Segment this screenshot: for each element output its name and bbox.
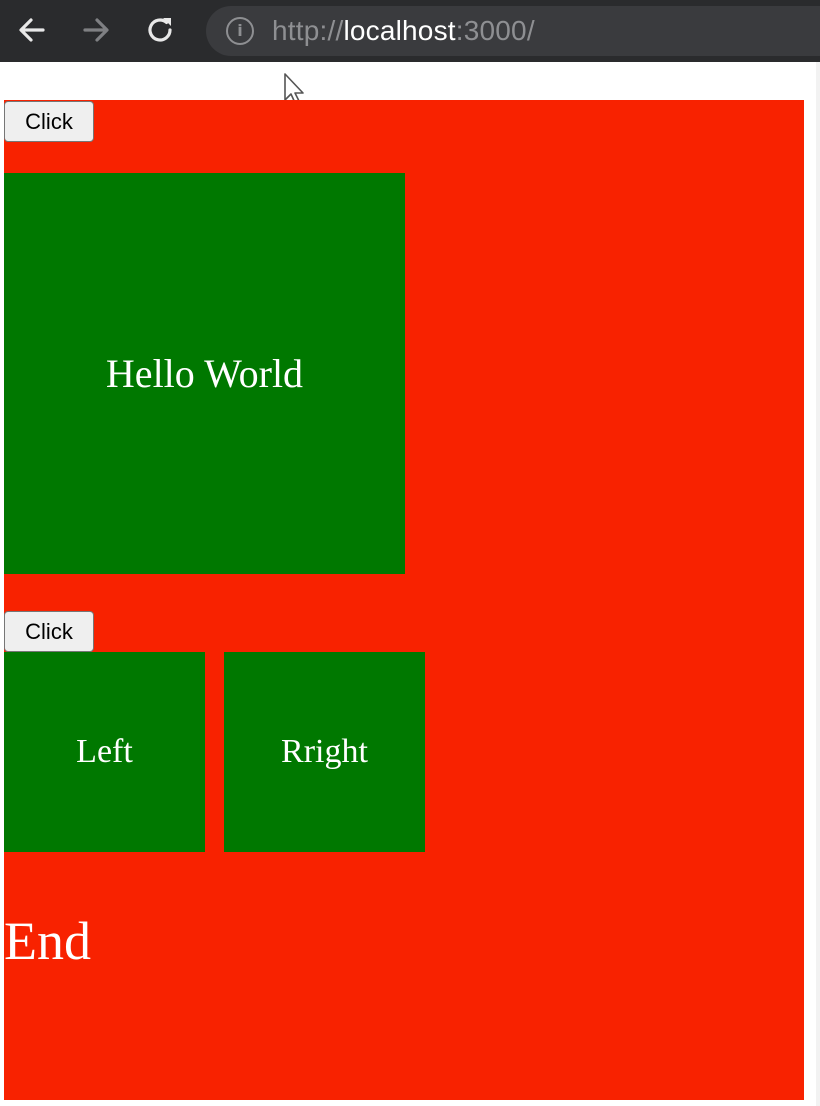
browser-toolbar: i http://localhost:3000/ <box>0 0 820 62</box>
arrow-right-icon <box>83 18 109 42</box>
hello-world-box: Hello World <box>4 173 405 574</box>
page-container: Click Hello World Click Left Rright End <box>4 100 804 1100</box>
end-text: End <box>4 911 91 971</box>
page-edge <box>816 62 820 1106</box>
url-port-path: :3000/ <box>455 15 535 46</box>
url-scheme: http:// <box>272 15 344 46</box>
click-button-top[interactable]: Click <box>4 101 94 142</box>
info-icon[interactable]: i <box>226 17 254 45</box>
forward-button[interactable] <box>79 13 113 47</box>
click-button-bottom[interactable]: Click <box>4 611 94 652</box>
back-button[interactable] <box>15 13 49 47</box>
url-host: localhost <box>343 15 456 46</box>
hello-world-text: Hello World <box>105 351 304 396</box>
left-box: Left <box>4 652 205 852</box>
url-text: http://localhost:3000/ <box>272 15 535 47</box>
reload-icon <box>148 18 172 42</box>
left-box-text: Left <box>76 733 133 770</box>
reload-button[interactable] <box>143 13 177 47</box>
address-bar[interactable]: i http://localhost:3000/ <box>206 6 820 56</box>
right-box: Rright <box>224 652 425 852</box>
arrow-left-icon <box>19 18 45 42</box>
right-box-text: Rright <box>281 733 368 770</box>
